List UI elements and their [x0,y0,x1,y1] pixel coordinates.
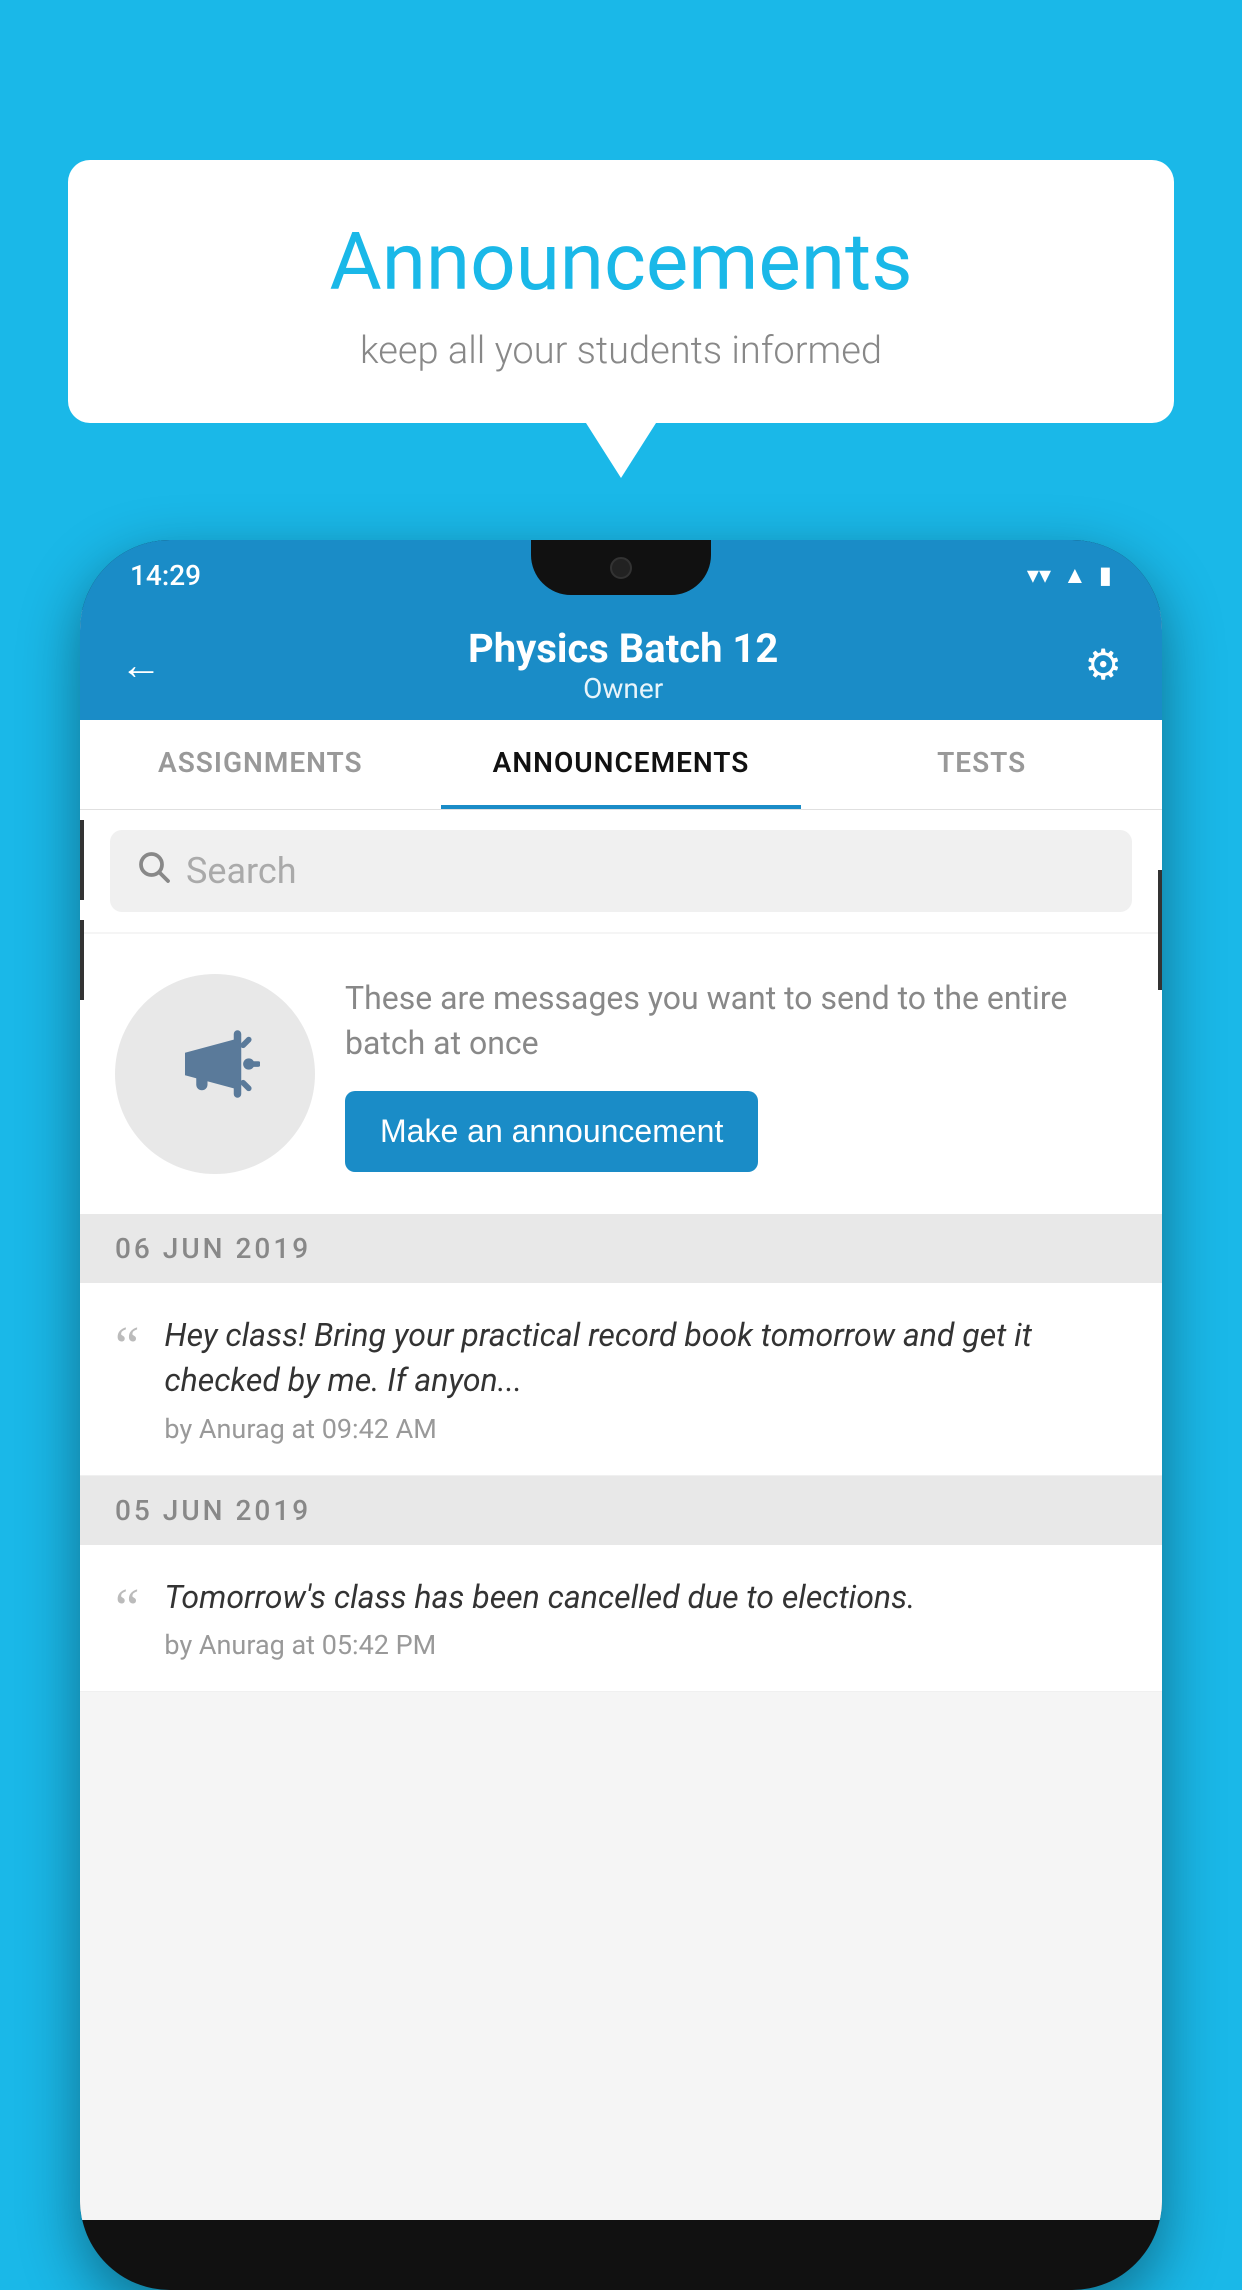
settings-icon[interactable]: ⚙ [1084,640,1122,690]
volume-up-button [80,820,84,900]
search-bar[interactable]: Search [110,830,1132,912]
announcement-meta-2: by Anurag at 05:42 PM [164,1629,1127,1661]
tabs-bar: ASSIGNMENTS ANNOUNCEMENTS TESTS [80,720,1162,810]
battery-icon: ▮ [1099,561,1112,589]
content-area: Search [80,810,1162,2220]
date-separator-2: 05 JUN 2019 [80,1476,1162,1545]
tab-tests[interactable]: TESTS [801,720,1162,809]
make-announcement-button[interactable]: Make an announcement [345,1091,758,1172]
phone-inner: ← Physics Batch 12 Owner ⚙ ASSIGNMENTS A… [80,610,1162,2220]
phone-frame: 14:29 ▾▾ ▲ ▮ ← Physics Batch 12 Owner ⚙ … [80,540,1162,2290]
speech-bubble-subtitle: keep all your students informed [128,329,1114,373]
back-button[interactable]: ← [120,641,162,690]
signal-icon: ▲ [1063,561,1087,590]
tab-assignments[interactable]: ASSIGNMENTS [80,720,441,809]
announcement-text-1: Hey class! Bring your practical record b… [164,1313,1127,1403]
camera-dot [610,557,632,579]
promo-description: These are messages you want to send to t… [345,976,1127,1066]
batch-title: Physics Batch 12 [468,625,778,672]
search-bar-container: Search [80,810,1162,932]
app-header: ← Physics Batch 12 Owner ⚙ [80,610,1162,720]
volume-down-button [80,920,84,1000]
announcement-item-2[interactable]: “ Tomorrow's class has been cancelled du… [80,1545,1162,1693]
speech-bubble: Announcements keep all your students inf… [68,160,1174,423]
speech-bubble-title: Announcements [128,215,1114,309]
announcement-text-2: Tomorrow's class has been cancelled due … [164,1575,1127,1620]
header-center: Physics Batch 12 Owner [468,625,778,705]
speech-bubble-container: Announcements keep all your students inf… [68,160,1174,478]
speech-bubble-arrow [586,423,656,478]
tab-announcements[interactable]: ANNOUNCEMENTS [441,720,802,809]
announcement-item-1[interactable]: “ Hey class! Bring your practical record… [80,1283,1162,1476]
search-placeholder: Search [186,850,297,892]
status-bar: 14:29 ▾▾ ▲ ▮ [80,540,1162,610]
quote-icon-2: “ [115,1580,139,1635]
megaphone-icon [170,1019,260,1129]
status-time: 14:29 [130,559,201,592]
promo-section: These are messages you want to send to t… [80,934,1162,1214]
announcement-icon-circle [115,974,315,1174]
announcement-content-2: Tomorrow's class has been cancelled due … [164,1575,1127,1662]
promo-right: These are messages you want to send to t… [345,976,1127,1172]
announcement-meta-1: by Anurag at 09:42 AM [164,1413,1127,1445]
quote-icon-1: “ [115,1318,139,1373]
status-icons: ▾▾ ▲ ▮ [1027,561,1112,590]
search-icon [135,848,171,894]
owner-subtitle: Owner [468,672,778,705]
power-button [1158,870,1162,990]
announcement-content-1: Hey class! Bring your practical record b… [164,1313,1127,1445]
date-separator-1: 06 JUN 2019 [80,1214,1162,1283]
wifi-icon: ▾▾ [1027,561,1051,589]
notch [531,540,711,595]
